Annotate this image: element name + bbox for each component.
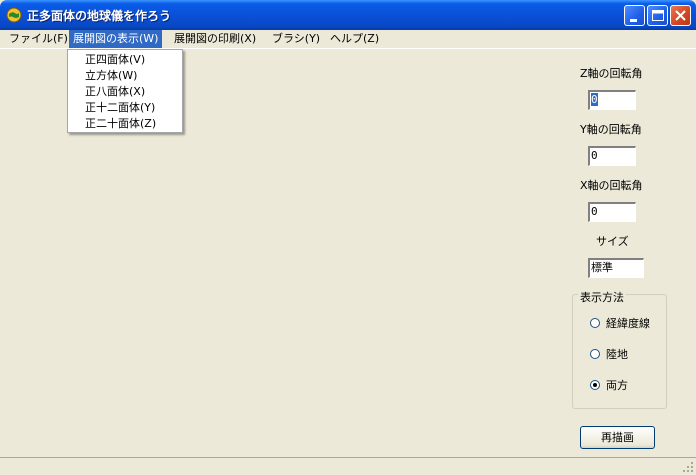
minimize-icon — [630, 19, 637, 22]
menu-print-net[interactable]: 展開図の印刷(X) — [170, 30, 260, 48]
menu-help[interactable]: ヘルプ(Z) — [326, 30, 383, 48]
close-icon — [675, 10, 686, 21]
z-rotation-input[interactable]: 0 — [588, 90, 636, 110]
y-rotation-value: 0 — [591, 149, 598, 162]
y-rotation-label: Y軸の回転角 — [580, 123, 642, 136]
maximize-icon — [652, 10, 664, 21]
size-value: 標準 — [591, 261, 613, 274]
menu-option-octahedron[interactable]: 正八面体(X) — [85, 84, 145, 100]
menu-option-icosahedron[interactable]: 正二十面体(Z) — [85, 116, 156, 132]
redraw-button[interactable]: 再描画 — [580, 426, 655, 449]
x-rotation-input[interactable]: 0 — [588, 202, 636, 222]
menu-show-net[interactable]: 展開図の表示(W) — [69, 30, 163, 48]
menu-bar: ファイル(F) 展開図の表示(W) 展開図の印刷(X) ブラシ(Y) ヘルプ(Z… — [0, 30, 696, 49]
radio-land-label[interactable]: 陸地 — [606, 346, 628, 362]
size-select[interactable]: 標準 — [588, 258, 644, 278]
radio-both-label[interactable]: 両方 — [606, 377, 628, 393]
size-label: サイズ — [596, 235, 629, 248]
z-rotation-value: 0 — [591, 93, 598, 106]
menu-brush[interactable]: ブラシ(Y) — [268, 30, 324, 48]
z-rotation-label: Z軸の回転角 — [580, 67, 643, 80]
y-rotation-input[interactable]: 0 — [588, 146, 636, 166]
minimize-button[interactable] — [624, 5, 645, 26]
menu-option-cube[interactable]: 立方体(W) — [85, 68, 137, 84]
radio-graticule[interactable] — [590, 318, 600, 328]
title-bar[interactable]: 正多面体の地球儀を作ろう — [0, 0, 696, 30]
radio-both[interactable] — [590, 380, 600, 390]
resize-grip-icon[interactable] — [682, 461, 694, 473]
display-mode-title: 表示方法 — [578, 289, 626, 305]
show-net-dropdown: 正四面体(V) 立方体(W) 正八面体(X) 正十二面体(Y) 正二十面体(Z) — [67, 49, 183, 133]
globe-app-icon — [6, 7, 22, 23]
window-title: 正多面体の地球儀を作ろう — [27, 9, 172, 23]
radio-graticule-label[interactable]: 経緯度線 — [606, 315, 650, 331]
x-rotation-label: X軸の回転角 — [580, 179, 643, 192]
radio-land[interactable] — [590, 349, 600, 359]
menu-file[interactable]: ファイル(F) — [5, 30, 72, 48]
maximize-button[interactable] — [647, 5, 668, 26]
close-button[interactable] — [670, 5, 691, 26]
radio-both-dot — [593, 383, 597, 387]
x-rotation-value: 0 — [591, 205, 598, 218]
menu-option-dodecahedron[interactable]: 正十二面体(Y) — [85, 100, 155, 116]
menu-option-tetrahedron[interactable]: 正四面体(V) — [85, 52, 145, 68]
status-bar — [0, 457, 696, 475]
